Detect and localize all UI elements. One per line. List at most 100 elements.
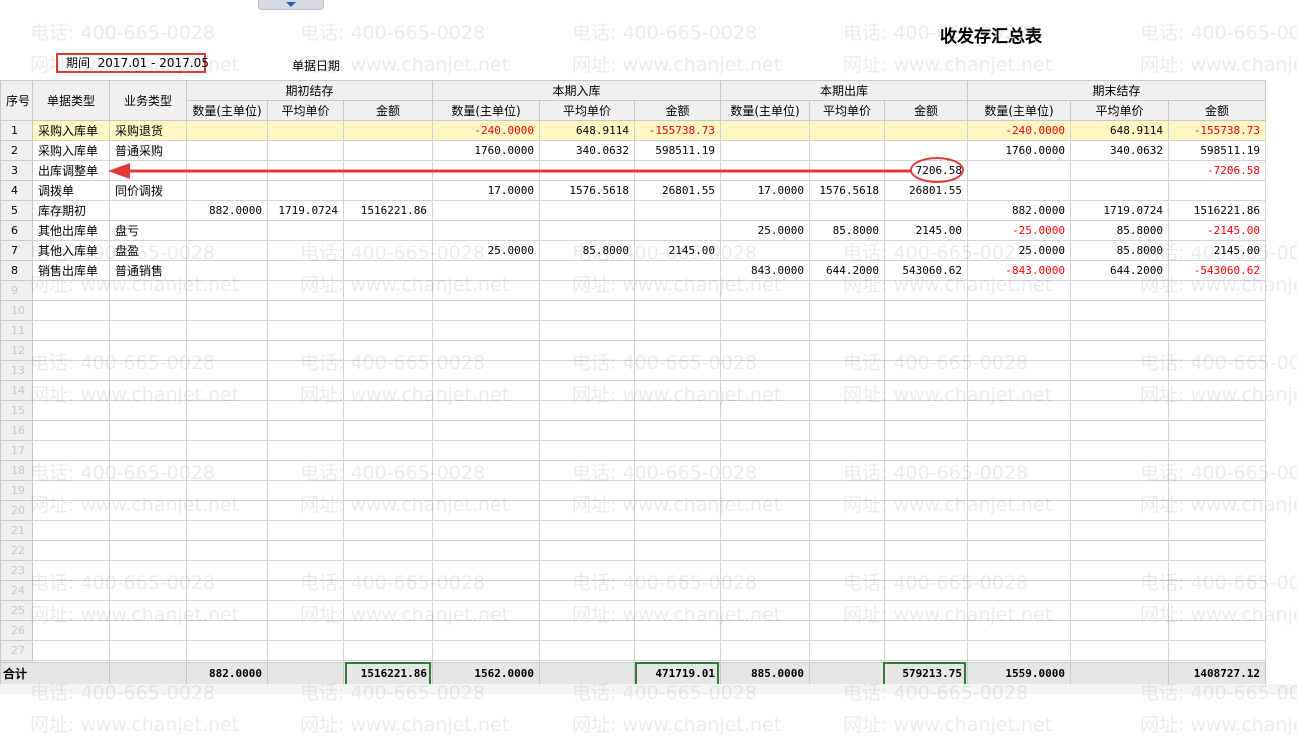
col-header-qty[interactable]: 数量(主单位) <box>720 100 810 121</box>
table-row-empty[interactable]: 14 <box>0 380 1266 401</box>
col-header-biz-type[interactable]: 业务类型 <box>109 80 187 121</box>
empty-cell <box>884 620 968 641</box>
table-row-empty[interactable]: 17 <box>0 440 1266 461</box>
doc-type-cell: 采购入库单 <box>32 120 110 141</box>
table-row-empty[interactable]: 26 <box>0 620 1266 641</box>
col-header-price[interactable]: 平均单价 <box>809 100 885 121</box>
empty-cell <box>1070 500 1169 521</box>
value-cell <box>634 260 721 281</box>
table-row-empty[interactable]: 22 <box>0 540 1266 561</box>
doc-type-cell: 采购入库单 <box>32 140 110 161</box>
value-cell: -7206.58 <box>1168 160 1266 181</box>
collapse-handle[interactable] <box>258 0 324 10</box>
col-header-seq[interactable]: 序号 <box>0 80 33 121</box>
empty-cell <box>267 360 344 381</box>
value-cell <box>720 200 810 221</box>
row-number: 26 <box>0 620 33 641</box>
empty-cell <box>967 500 1071 521</box>
table-row-empty[interactable]: 24 <box>0 580 1266 601</box>
table-row[interactable]: 6 其他出库单 盘亏 25.0000 85.8000 2145.00 -25.0000 85.… <box>0 220 1266 241</box>
col-header-qty[interactable]: 数量(主单位) <box>186 100 268 121</box>
table-row-empty[interactable]: 21 <box>0 520 1266 541</box>
value-cell <box>432 160 540 181</box>
doc-date-label[interactable]: 单据日期 <box>292 57 340 74</box>
value-cell <box>720 120 810 141</box>
value-cell: 644.2000 <box>809 260 885 281</box>
page-title: 收发存汇总表 <box>940 27 1042 47</box>
table-row-empty[interactable]: 12 <box>0 340 1266 361</box>
empty-cell <box>109 540 187 561</box>
table-row-empty[interactable]: 19 <box>0 480 1266 501</box>
table-row-empty[interactable]: 20 <box>0 500 1266 521</box>
table-row-empty[interactable]: 23 <box>0 560 1266 581</box>
col-header-amount[interactable]: 金额 <box>634 100 721 121</box>
empty-cell <box>967 460 1071 481</box>
table-row[interactable]: 3 出库调整单 7206.58 -7206.58 <box>0 160 1266 181</box>
empty-cell <box>634 420 721 441</box>
empty-cell <box>32 460 110 481</box>
empty-cell <box>809 480 885 501</box>
empty-cell <box>267 540 344 561</box>
empty-cell <box>884 500 968 521</box>
col-header-amount[interactable]: 金额 <box>1168 100 1266 121</box>
table-row-empty[interactable]: 13 <box>0 360 1266 381</box>
col-header-amount[interactable]: 金额 <box>884 100 968 121</box>
table-row-empty[interactable]: 18 <box>0 460 1266 481</box>
table-row-empty[interactable]: 9 <box>0 280 1266 301</box>
col-header-price[interactable]: 平均单价 <box>539 100 635 121</box>
empty-cell <box>432 360 540 381</box>
value-cell <box>267 240 344 261</box>
empty-cell <box>809 580 885 601</box>
col-header-price[interactable]: 平均单价 <box>267 100 344 121</box>
empty-cell <box>267 560 344 581</box>
value-cell: 17.0000 <box>432 180 540 201</box>
empty-cell <box>432 320 540 341</box>
empty-cell <box>267 600 344 621</box>
table-row-empty[interactable]: 16 <box>0 420 1266 441</box>
col-header-qty[interactable]: 数量(主单位) <box>967 100 1071 121</box>
value-cell <box>809 240 885 261</box>
bottom-scroll-area[interactable] <box>0 684 1297 694</box>
empty-cell <box>720 320 810 341</box>
empty-cell <box>267 640 344 661</box>
col-header-doc-type[interactable]: 单据类型 <box>32 80 110 121</box>
empty-cell <box>539 620 635 641</box>
row-number: 7 <box>0 240 33 261</box>
value-cell: 85.8000 <box>809 220 885 241</box>
empty-cell <box>1070 600 1169 621</box>
col-group-outbound: 本期出库 <box>720 80 968 101</box>
col-header-qty[interactable]: 数量(主单位) <box>432 100 540 121</box>
period-filter[interactable]: 期间 2017.01 - 2017.05 <box>56 53 209 73</box>
empty-cell <box>1070 300 1169 321</box>
table-row[interactable]: 8 销售出库单 普通销售 843.0000 644.2000 543060.62 -843.… <box>0 260 1266 281</box>
row-number: 5 <box>0 200 33 221</box>
table-row-empty[interactable]: 15 <box>0 400 1266 421</box>
table-row[interactable]: 5 库存期初 882.0000 1719.0724 1516221.86 882.0000… <box>0 200 1266 221</box>
empty-cell <box>343 280 433 301</box>
table-row[interactable]: 4 调拨单 同价调拨 17.0000 1576.5618 26801.55 17.0000 1… <box>0 180 1266 201</box>
value-cell <box>539 200 635 221</box>
table-row[interactable]: 2 采购入库单 普通采购 1760.0000 340.0632 598511.19 1760… <box>0 140 1266 161</box>
empty-cell <box>967 280 1071 301</box>
table-row-empty[interactable]: 10 <box>0 300 1266 321</box>
empty-cell <box>634 460 721 481</box>
empty-cell <box>884 640 968 661</box>
value-cell <box>720 240 810 261</box>
empty-cell <box>809 520 885 541</box>
empty-cell <box>343 360 433 381</box>
chevron-down-icon <box>286 2 296 7</box>
value-cell <box>809 120 885 141</box>
empty-cell <box>720 620 810 641</box>
table-row[interactable]: 7 其他入库单 盘盈 25.0000 85.8000 2145.00 25.0000 85.8… <box>0 240 1266 261</box>
empty-cell <box>1168 420 1266 441</box>
col-header-amount[interactable]: 金额 <box>343 100 433 121</box>
col-header-price[interactable]: 平均单价 <box>1070 100 1169 121</box>
table-row-empty[interactable]: 11 <box>0 320 1266 341</box>
table-row[interactable]: 1 采购入库单 采购退货 -240.0000 648.9114 -155738.73 -24… <box>0 120 1266 141</box>
table-row-empty[interactable]: 27 <box>0 640 1266 661</box>
value-cell: 1760.0000 <box>967 140 1071 161</box>
empty-cell <box>432 420 540 441</box>
empty-cell <box>809 300 885 321</box>
table-row-empty[interactable]: 25 <box>0 600 1266 621</box>
watermark-site: 网址: www.chanjet.net <box>572 714 782 736</box>
